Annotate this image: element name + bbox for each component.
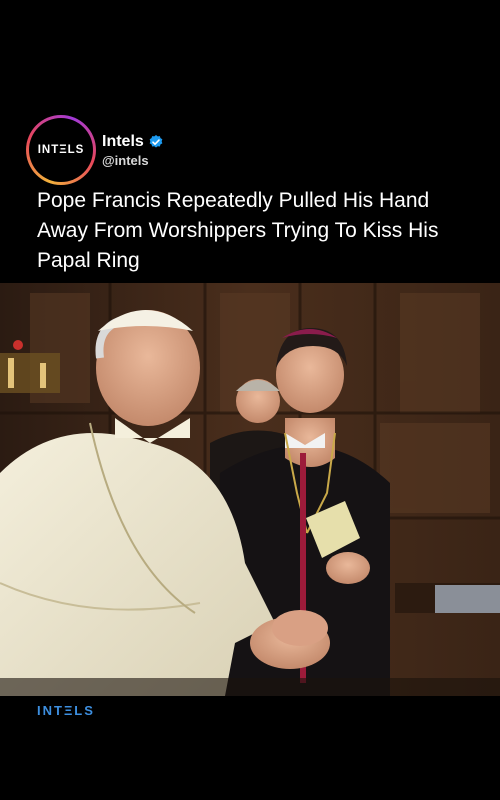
avatar-logo-text: INTΞLS (37, 144, 85, 156)
avatar-inner: INTΞLS (29, 118, 93, 182)
post-photo[interactable] (0, 283, 500, 696)
photo-illustration (0, 283, 500, 696)
account-name[interactable]: Intels (102, 133, 144, 151)
account-info: Intels @intels (102, 133, 164, 168)
post-header: INTΞLS Intels @intels (26, 115, 164, 185)
account-name-row: Intels (102, 133, 164, 151)
post-headline: Pope Francis Repeatedly Pulled His Hand … (37, 189, 439, 272)
footer-brand-logo: INTΞLS (37, 703, 95, 718)
verified-badge-icon (149, 134, 163, 148)
account-handle[interactable]: @intels (102, 153, 164, 168)
account-avatar[interactable]: INTΞLS (26, 115, 96, 185)
